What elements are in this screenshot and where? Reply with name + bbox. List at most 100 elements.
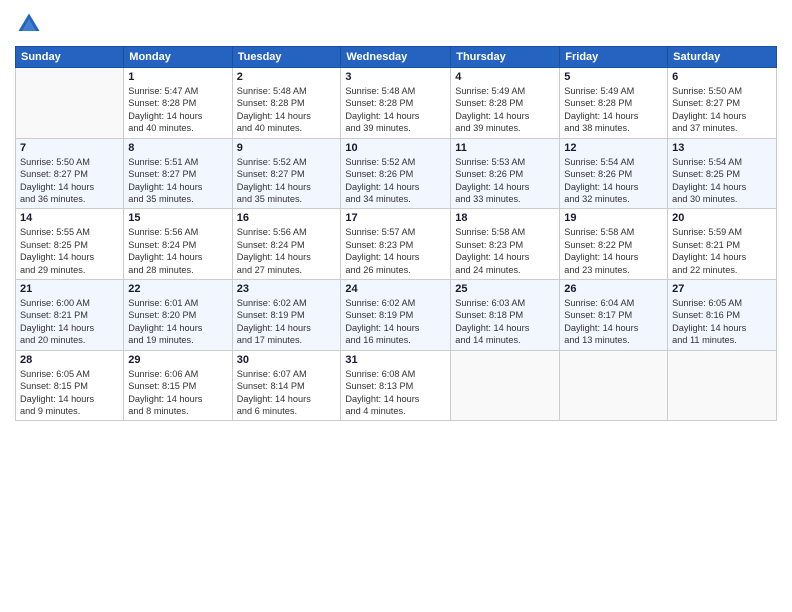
day-info: Sunrise: 6:02 AM Sunset: 8:19 PM Dayligh… bbox=[345, 297, 446, 347]
day-number: 31 bbox=[345, 354, 446, 366]
day-info: Sunrise: 5:59 AM Sunset: 8:21 PM Dayligh… bbox=[672, 226, 772, 276]
day-info: Sunrise: 5:47 AM Sunset: 8:28 PM Dayligh… bbox=[128, 85, 227, 135]
day-cell: 12 Sunrise: 5:54 AM Sunset: 8:26 PM Dayli… bbox=[560, 138, 668, 209]
day-number: 10 bbox=[345, 142, 446, 154]
day-number: 24 bbox=[345, 283, 446, 295]
day-cell: 2 Sunrise: 5:48 AM Sunset: 8:28 PM Daylig… bbox=[232, 68, 341, 139]
day-info: Sunrise: 5:54 AM Sunset: 8:25 PM Dayligh… bbox=[672, 156, 772, 206]
day-info: Sunrise: 6:01 AM Sunset: 8:20 PM Dayligh… bbox=[128, 297, 227, 347]
day-cell: 16 Sunrise: 5:56 AM Sunset: 8:24 PM Dayli… bbox=[232, 209, 341, 280]
day-info: Sunrise: 5:58 AM Sunset: 8:23 PM Dayligh… bbox=[455, 226, 555, 276]
day-cell: 9 Sunrise: 5:52 AM Sunset: 8:27 PM Daylig… bbox=[232, 138, 341, 209]
day-cell: 19 Sunrise: 5:58 AM Sunset: 8:22 PM Dayli… bbox=[560, 209, 668, 280]
col-header-monday: Monday bbox=[124, 47, 232, 68]
day-cell: 29 Sunrise: 6:06 AM Sunset: 8:15 PM Dayli… bbox=[124, 350, 232, 421]
day-cell: 1 Sunrise: 5:47 AM Sunset: 8:28 PM Daylig… bbox=[124, 68, 232, 139]
day-cell: 3Sunrise: 5:48 AM Sunset: 8:28 PM Daylig… bbox=[341, 68, 451, 139]
day-number: 22 bbox=[128, 283, 227, 295]
day-number: 29 bbox=[128, 354, 227, 366]
day-number: 21 bbox=[20, 283, 119, 295]
col-header-saturday: Saturday bbox=[668, 47, 777, 68]
day-info: Sunrise: 5:52 AM Sunset: 8:27 PM Dayligh… bbox=[237, 156, 337, 206]
day-cell: 5 Sunrise: 5:49 AM Sunset: 8:28 PM Daylig… bbox=[560, 68, 668, 139]
day-cell bbox=[668, 350, 777, 421]
day-info: Sunrise: 6:05 AM Sunset: 8:16 PM Dayligh… bbox=[672, 297, 772, 347]
day-info: Sunrise: 5:54 AM Sunset: 8:26 PM Dayligh… bbox=[564, 156, 663, 206]
header-row: SundayMondayTuesdayWednesdayThursdayFrid… bbox=[16, 47, 777, 68]
day-cell: 10Sunrise: 5:52 AM Sunset: 8:26 PM Dayli… bbox=[341, 138, 451, 209]
col-header-friday: Friday bbox=[560, 47, 668, 68]
day-number: 19 bbox=[564, 212, 663, 224]
day-number: 13 bbox=[672, 142, 772, 154]
day-number: 18 bbox=[455, 212, 555, 224]
day-info: Sunrise: 5:49 AM Sunset: 8:28 PM Dayligh… bbox=[564, 85, 663, 135]
day-info: Sunrise: 6:05 AM Sunset: 8:15 PM Dayligh… bbox=[20, 368, 119, 418]
day-cell: 24 Sunrise: 6:02 AM Sunset: 8:19 PM Dayli… bbox=[341, 280, 451, 351]
week-row-1: 1 Sunrise: 5:47 AM Sunset: 8:28 PM Daylig… bbox=[16, 68, 777, 139]
day-number: 1 bbox=[128, 71, 227, 83]
day-info: Sunrise: 5:51 AM Sunset: 8:27 PM Dayligh… bbox=[128, 156, 227, 206]
day-number: 14 bbox=[20, 212, 119, 224]
col-header-tuesday: Tuesday bbox=[232, 47, 341, 68]
day-number: 27 bbox=[672, 283, 772, 295]
day-cell: 20 Sunrise: 5:59 AM Sunset: 8:21 PM Dayli… bbox=[668, 209, 777, 280]
day-number: 17 bbox=[345, 212, 446, 224]
day-number: 6 bbox=[672, 71, 772, 83]
page: SundayMondayTuesdayWednesdayThursdayFrid… bbox=[0, 0, 792, 612]
day-number: 20 bbox=[672, 212, 772, 224]
day-cell: 7 Sunrise: 5:50 AM Sunset: 8:27 PM Daylig… bbox=[16, 138, 124, 209]
day-cell: 8 Sunrise: 5:51 AM Sunset: 8:27 PM Daylig… bbox=[124, 138, 232, 209]
day-info: Sunrise: 5:58 AM Sunset: 8:22 PM Dayligh… bbox=[564, 226, 663, 276]
day-info: Sunrise: 6:04 AM Sunset: 8:17 PM Dayligh… bbox=[564, 297, 663, 347]
day-number: 26 bbox=[564, 283, 663, 295]
day-number: 12 bbox=[564, 142, 663, 154]
day-cell: 6Sunrise: 5:50 AM Sunset: 8:27 PM Daylig… bbox=[668, 68, 777, 139]
day-cell: 17 Sunrise: 5:57 AM Sunset: 8:23 PM Dayli… bbox=[341, 209, 451, 280]
day-number: 5 bbox=[564, 71, 663, 83]
day-cell: 21 Sunrise: 6:00 AM Sunset: 8:21 PM Dayli… bbox=[16, 280, 124, 351]
day-cell: 27 Sunrise: 6:05 AM Sunset: 8:16 PM Dayli… bbox=[668, 280, 777, 351]
day-cell bbox=[16, 68, 124, 139]
day-number: 23 bbox=[237, 283, 337, 295]
day-cell: 15 Sunrise: 5:56 AM Sunset: 8:24 PM Dayli… bbox=[124, 209, 232, 280]
day-info: Sunrise: 6:03 AM Sunset: 8:18 PM Dayligh… bbox=[455, 297, 555, 347]
day-number: 15 bbox=[128, 212, 227, 224]
day-number: 30 bbox=[237, 354, 337, 366]
day-info: Sunrise: 5:50 AM Sunset: 8:27 PM Dayligh… bbox=[20, 156, 119, 206]
day-cell: 31Sunrise: 6:08 AM Sunset: 8:13 PM Dayli… bbox=[341, 350, 451, 421]
day-number: 9 bbox=[237, 142, 337, 154]
day-cell: 26 Sunrise: 6:04 AM Sunset: 8:17 PM Dayli… bbox=[560, 280, 668, 351]
header bbox=[15, 10, 777, 38]
day-info: Sunrise: 6:00 AM Sunset: 8:21 PM Dayligh… bbox=[20, 297, 119, 347]
day-cell bbox=[560, 350, 668, 421]
logo bbox=[15, 10, 47, 38]
week-row-3: 14 Sunrise: 5:55 AM Sunset: 8:25 PM Dayli… bbox=[16, 209, 777, 280]
day-info: Sunrise: 5:55 AM Sunset: 8:25 PM Dayligh… bbox=[20, 226, 119, 276]
day-number: 2 bbox=[237, 71, 337, 83]
day-info: Sunrise: 5:53 AM Sunset: 8:26 PM Dayligh… bbox=[455, 156, 555, 206]
logo-icon bbox=[15, 10, 43, 38]
day-info: Sunrise: 6:06 AM Sunset: 8:15 PM Dayligh… bbox=[128, 368, 227, 418]
day-info: Sunrise: 6:07 AM Sunset: 8:14 PM Dayligh… bbox=[237, 368, 337, 418]
day-info: Sunrise: 5:56 AM Sunset: 8:24 PM Dayligh… bbox=[128, 226, 227, 276]
day-info: Sunrise: 5:48 AM Sunset: 8:28 PM Dayligh… bbox=[345, 85, 446, 135]
week-row-4: 21 Sunrise: 6:00 AM Sunset: 8:21 PM Dayli… bbox=[16, 280, 777, 351]
week-row-5: 28 Sunrise: 6:05 AM Sunset: 8:15 PM Dayli… bbox=[16, 350, 777, 421]
day-info: Sunrise: 5:56 AM Sunset: 8:24 PM Dayligh… bbox=[237, 226, 337, 276]
col-header-wednesday: Wednesday bbox=[341, 47, 451, 68]
day-number: 4 bbox=[455, 71, 555, 83]
day-number: 16 bbox=[237, 212, 337, 224]
day-cell: 11Sunrise: 5:53 AM Sunset: 8:26 PM Dayli… bbox=[451, 138, 560, 209]
day-number: 8 bbox=[128, 142, 227, 154]
day-info: Sunrise: 5:49 AM Sunset: 8:28 PM Dayligh… bbox=[455, 85, 555, 135]
day-cell: 18 Sunrise: 5:58 AM Sunset: 8:23 PM Dayli… bbox=[451, 209, 560, 280]
day-info: Sunrise: 5:48 AM Sunset: 8:28 PM Dayligh… bbox=[237, 85, 337, 135]
col-header-sunday: Sunday bbox=[16, 47, 124, 68]
calendar-table: SundayMondayTuesdayWednesdayThursdayFrid… bbox=[15, 46, 777, 421]
day-cell: 13 Sunrise: 5:54 AM Sunset: 8:25 PM Dayli… bbox=[668, 138, 777, 209]
day-number: 7 bbox=[20, 142, 119, 154]
day-info: Sunrise: 6:02 AM Sunset: 8:19 PM Dayligh… bbox=[237, 297, 337, 347]
day-number: 28 bbox=[20, 354, 119, 366]
day-info: Sunrise: 5:57 AM Sunset: 8:23 PM Dayligh… bbox=[345, 226, 446, 276]
day-cell bbox=[451, 350, 560, 421]
